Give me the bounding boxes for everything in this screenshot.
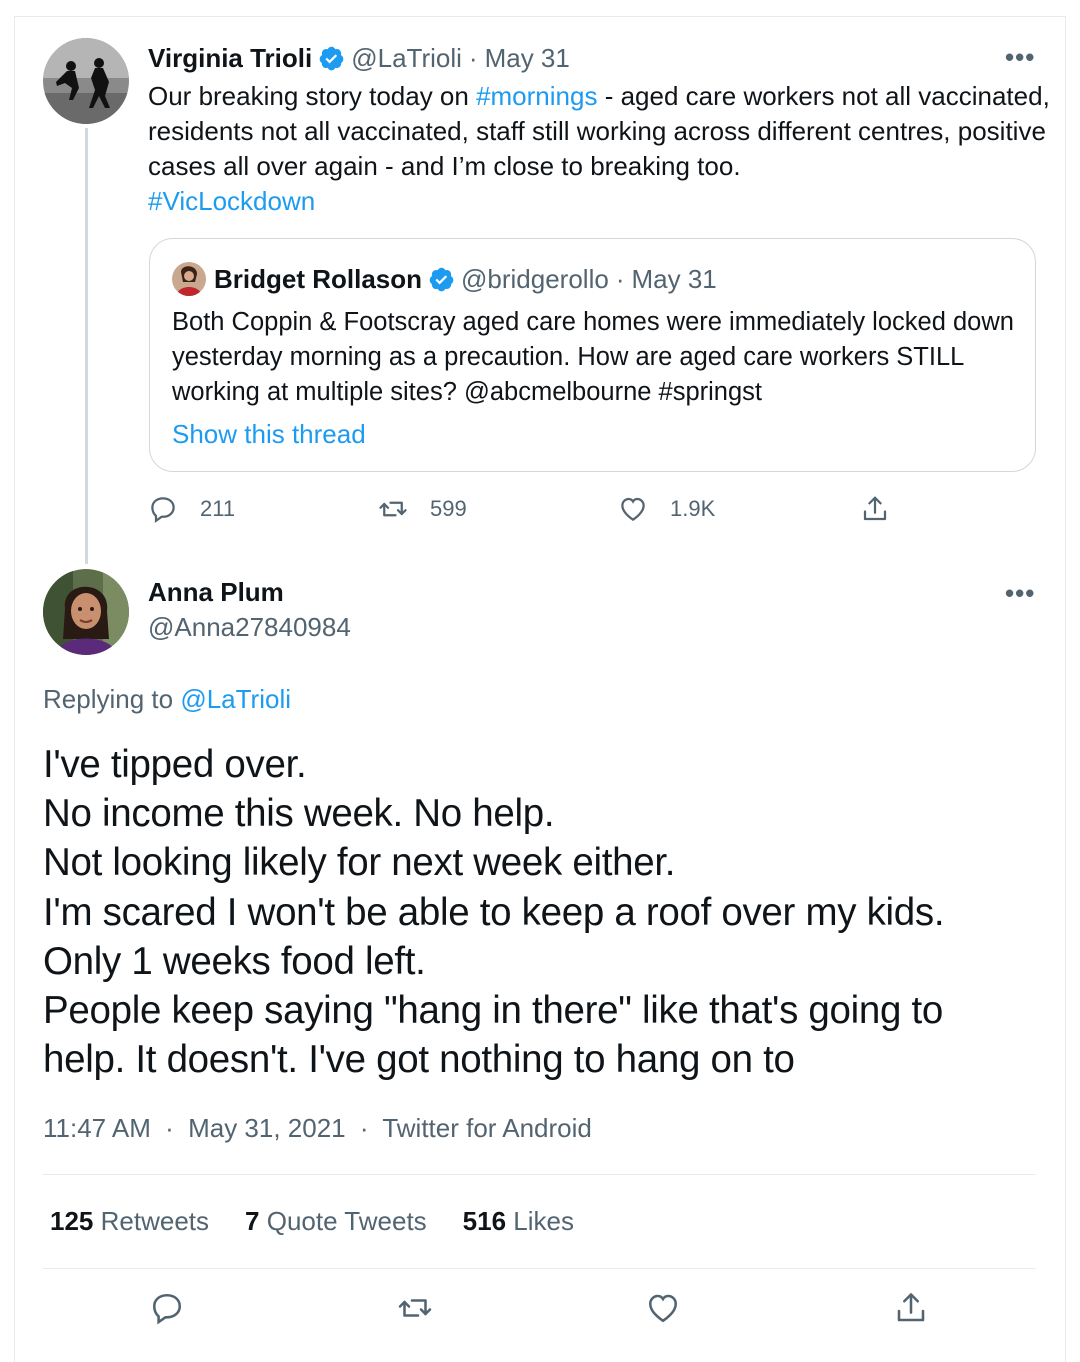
divider bbox=[43, 1268, 1036, 1269]
verified-badge-icon bbox=[318, 45, 345, 72]
retweet-count: 599 bbox=[430, 496, 467, 521]
separator-dot: · bbox=[165, 1113, 174, 1143]
author-name[interactable]: Virginia Trioli bbox=[148, 43, 312, 74]
quote-tweets-stat[interactable]: 7 Quote Tweets bbox=[245, 1206, 427, 1237]
reply-author-name[interactable]: Anna Plum bbox=[148, 577, 284, 608]
tweet-line: I'm scared I won't be able to keep a roo… bbox=[43, 890, 945, 934]
show-thread-link[interactable]: Show this thread bbox=[172, 419, 366, 450]
tweet-line: I've tipped over. bbox=[43, 743, 307, 786]
heart-icon bbox=[648, 1294, 678, 1323]
quoted-author-name: Bridget Rollason bbox=[214, 263, 423, 294]
reply-button[interactable] bbox=[149, 1290, 185, 1326]
share-icon bbox=[863, 496, 887, 521]
retweet-button[interactable] bbox=[397, 1290, 433, 1326]
share-button[interactable] bbox=[893, 1290, 929, 1326]
tweet-time[interactable]: 11:47 AM bbox=[43, 1113, 151, 1143]
likes-label: Likes bbox=[513, 1206, 574, 1236]
reply-author-handle[interactable]: @Anna27840984 bbox=[148, 612, 351, 643]
hashtag-link-viclockdown[interactable]: #VicLockdown bbox=[148, 186, 315, 216]
reply-icon bbox=[152, 1293, 182, 1325]
reply-icon bbox=[151, 497, 175, 523]
like-button[interactable]: 1.9K bbox=[618, 494, 715, 524]
tweet-metadata: 11:47 AM · May 31, 2021 · Twitter for An… bbox=[43, 1113, 592, 1144]
tweet-text-part: Our breaking story today on bbox=[148, 81, 477, 111]
replying-to-handle[interactable]: @LaTrioli bbox=[180, 684, 291, 714]
reply-count: 211 bbox=[200, 496, 236, 521]
replying-to-label: Replying to bbox=[43, 684, 181, 714]
tweet-line: Only 1 weeks food left. bbox=[43, 939, 426, 983]
quoted-tweet-text: Both Coppin & Footscray aged care homes … bbox=[172, 308, 1014, 406]
heart-icon bbox=[621, 497, 645, 521]
engagement-stats: 125 Retweets 7 Quote Tweets 516 Likes bbox=[50, 1206, 610, 1237]
share-button[interactable] bbox=[860, 494, 912, 524]
retweet-icon bbox=[398, 1299, 432, 1317]
quoted-author-handle: @bridgerollo bbox=[461, 263, 609, 294]
reply-tweet-text: I've tipped over. No income this week. N… bbox=[43, 740, 1043, 1084]
quoted-tweet-header: Bridget Rollason @bridgerollo · May 31 bbox=[172, 261, 717, 297]
tweet-line: No income this week. No help. bbox=[43, 792, 555, 836]
separator-dot: · bbox=[615, 263, 625, 294]
quoted-tweet-date: May 31 bbox=[631, 263, 717, 294]
like-button[interactable] bbox=[645, 1290, 681, 1326]
likes-stat[interactable]: 516 Likes bbox=[463, 1206, 574, 1237]
thread-connector-line bbox=[85, 128, 88, 564]
original-tweet-header: Virginia Trioli @LaTrioli · May 31 bbox=[148, 40, 570, 76]
reply-button[interactable]: 211 bbox=[148, 494, 235, 524]
more-options-icon[interactable]: ••• bbox=[1005, 42, 1035, 73]
quoted-tweet-card[interactable]: Bridget Rollason @bridgerollo · May 31 B… bbox=[149, 238, 1036, 472]
separator-dot: · bbox=[468, 42, 478, 73]
likes-count: 516 bbox=[462, 1206, 507, 1236]
quote-tweets-label: Quote Tweets bbox=[266, 1206, 427, 1236]
tweet-line: Not looking likely for next week either. bbox=[43, 841, 676, 885]
retweets-count: 125 bbox=[50, 1206, 94, 1236]
tweet-full-date[interactable]: May 31, 2021 bbox=[188, 1113, 346, 1143]
tweet-line: People keep saying "hang in there" like … bbox=[43, 989, 944, 1033]
retweet-button[interactable]: 599 bbox=[378, 494, 467, 524]
avatar-bridget-rollason bbox=[172, 262, 206, 296]
share-icon bbox=[897, 1293, 925, 1322]
retweet-icon bbox=[379, 501, 407, 517]
tweet-date[interactable]: May 31 bbox=[485, 43, 570, 74]
more-options-icon[interactable]: ••• bbox=[1005, 578, 1035, 609]
tweet-source[interactable]: Twitter for Android bbox=[382, 1113, 592, 1143]
tweet-line: help. It doesn't. I've got nothing to ha… bbox=[43, 1038, 795, 1082]
hashtag-link-mornings[interactable]: #mornings bbox=[476, 81, 597, 111]
separator-dot: · bbox=[359, 1113, 369, 1143]
original-tweet-actions: 211 599 1.9K bbox=[148, 494, 908, 534]
quote-tweets-count: 7 bbox=[245, 1206, 260, 1236]
avatar-anna-plum[interactable] bbox=[43, 569, 129, 655]
retweets-label: Retweets bbox=[100, 1206, 210, 1236]
reply-tweet-actions bbox=[0, 1290, 1080, 1330]
replying-to: Replying to @LaTrioli bbox=[43, 684, 291, 715]
original-tweet-text: Our breaking story today on #mornings - … bbox=[148, 79, 1053, 219]
author-handle[interactable]: @LaTrioli bbox=[351, 43, 462, 74]
avatar-virginia-trioli[interactable] bbox=[43, 38, 129, 124]
verified-badge-icon bbox=[428, 266, 455, 293]
like-count: 1.9K bbox=[670, 496, 716, 521]
divider bbox=[43, 1174, 1036, 1175]
retweets-stat[interactable]: 125 Retweets bbox=[50, 1206, 209, 1237]
